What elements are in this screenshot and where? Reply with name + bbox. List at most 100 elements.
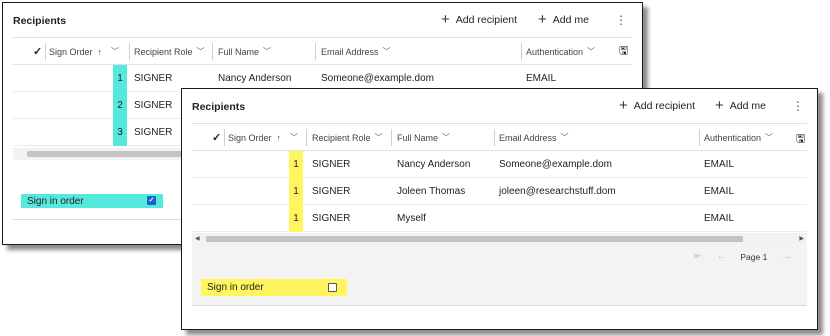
table-row[interactable]: 1 SIGNER Joleen Thomas joleen@researchst… bbox=[192, 178, 807, 205]
recipient-role-value[interactable]: SIGNER bbox=[134, 119, 172, 146]
save-icon: 🖫 bbox=[796, 133, 806, 145]
recipient-role-value[interactable]: SIGNER bbox=[312, 151, 350, 178]
sign-order-value[interactable]: 1 bbox=[113, 65, 127, 92]
column-header-sign-order[interactable]: Sign Order ↑ ﹀ bbox=[228, 124, 298, 151]
chevron-down-icon: ﹀ bbox=[263, 47, 272, 56]
sign-in-order-toggle[interactable]: Sign in order bbox=[201, 279, 347, 296]
column-separator bbox=[45, 43, 46, 60]
authentication-value[interactable]: EMAIL bbox=[704, 205, 734, 232]
email-value[interactable]: joleen@researchstuff.dom bbox=[499, 178, 616, 205]
select-all-checkbox[interactable]: ✓ bbox=[33, 38, 42, 65]
sign-order-value[interactable]: 1 bbox=[289, 178, 303, 205]
column-header-email[interactable]: Email Address ﹀ bbox=[499, 124, 569, 151]
column-header-row: ✓ Sign Order ↑ ﹀ Recipient Role ﹀ Full N… bbox=[192, 123, 807, 151]
full-name-value[interactable]: Joleen Thomas bbox=[397, 178, 465, 205]
chevron-down-icon: ﹀ bbox=[442, 133, 451, 142]
column-header-authentication[interactable]: Authentication ﹀ bbox=[526, 38, 595, 65]
authentication-value[interactable]: EMAIL bbox=[704, 151, 734, 178]
select-all-checkbox[interactable]: ✓ bbox=[212, 124, 221, 151]
column-separator bbox=[306, 129, 307, 146]
chevron-down-icon: ﹀ bbox=[196, 47, 205, 56]
add-recipient-label: Add recipient bbox=[455, 13, 518, 26]
prev-page-icon[interactable]: ← bbox=[716, 251, 726, 262]
column-header-authentication[interactable]: Authentication ﹀ bbox=[704, 124, 773, 151]
check-icon: ✓ bbox=[212, 132, 222, 144]
table-row[interactable]: 1 SIGNER Nancy Anderson Someone@example.… bbox=[192, 151, 807, 178]
column-label: Sign Order bbox=[49, 46, 93, 57]
chevron-down-icon: ﹀ bbox=[382, 47, 391, 56]
chevron-down-icon: ﹀ bbox=[111, 47, 120, 56]
sign-order-value[interactable]: 1 bbox=[289, 205, 303, 232]
column-header-full-name[interactable]: Full Name ﹀ bbox=[397, 124, 450, 151]
column-label: Email Address bbox=[499, 132, 557, 143]
chevron-down-icon: ﹀ bbox=[290, 133, 299, 142]
chevron-down-icon: ﹀ bbox=[765, 133, 774, 142]
sign-order-value[interactable]: 3 bbox=[113, 119, 127, 146]
more-options-icon[interactable]: ⋮ bbox=[615, 14, 627, 26]
scroll-left-icon[interactable]: ◀ bbox=[195, 233, 200, 245]
add-me-button[interactable]: + Add me bbox=[715, 98, 766, 113]
full-name-value[interactable]: Myself bbox=[397, 205, 426, 232]
save-view-button[interactable]: 🖫 bbox=[796, 126, 805, 153]
recipient-role-value[interactable]: SIGNER bbox=[134, 92, 172, 119]
page-indicator: Page 1 bbox=[740, 251, 768, 262]
more-options-icon[interactable]: ⋮ bbox=[792, 100, 804, 112]
column-separator bbox=[494, 129, 495, 146]
column-label: Full Name bbox=[397, 132, 439, 143]
column-label: Recipient Role bbox=[312, 132, 371, 143]
add-me-button[interactable]: + Add me bbox=[538, 12, 589, 27]
scroll-right-icon[interactable]: ▶ bbox=[799, 233, 804, 245]
recipients-panel-front: Recipients + Add recipient + Add me ⋮ ✓ … bbox=[181, 88, 818, 330]
column-label: Sign Order bbox=[228, 132, 272, 143]
column-separator bbox=[224, 129, 225, 146]
save-icon: 🖫 bbox=[619, 45, 629, 57]
first-page-icon[interactable]: ⇤ bbox=[694, 251, 702, 262]
plus-icon: + bbox=[441, 11, 450, 28]
column-label: Authentication bbox=[704, 132, 762, 143]
full-name-value[interactable]: Nancy Anderson bbox=[397, 151, 470, 178]
horizontal-scrollbar[interactable]: ◀ ▶ bbox=[192, 233, 807, 245]
column-separator bbox=[521, 43, 522, 60]
email-value[interactable]: Someone@example.dom bbox=[499, 151, 612, 178]
column-header-sign-order[interactable]: Sign Order ↑ ﹀ bbox=[49, 38, 119, 65]
column-header-full-name[interactable]: Full Name ﹀ bbox=[218, 38, 271, 65]
divider bbox=[192, 305, 807, 306]
column-label: Recipient Role bbox=[134, 46, 193, 57]
column-label: Authentication bbox=[526, 46, 584, 57]
column-label: Full Name bbox=[218, 46, 260, 57]
sort-up-icon: ↑ bbox=[97, 46, 103, 57]
add-recipient-button[interactable]: + Add recipient bbox=[619, 98, 695, 113]
plus-icon: + bbox=[619, 97, 628, 114]
check-icon: ✓ bbox=[33, 46, 43, 58]
sign-in-order-checkbox[interactable] bbox=[328, 283, 337, 292]
recipient-role-value[interactable]: SIGNER bbox=[134, 65, 172, 92]
check-icon: ✓ bbox=[148, 197, 155, 204]
sign-in-order-label: Sign in order bbox=[27, 195, 84, 207]
scrollbar-thumb[interactable] bbox=[27, 151, 187, 157]
add-recipient-button[interactable]: + Add recipient bbox=[441, 12, 517, 27]
pagination-bar: ⇤ ← Page 1 → bbox=[192, 245, 807, 272]
column-separator bbox=[391, 129, 392, 146]
panel-title: Recipients bbox=[13, 15, 67, 27]
authentication-value[interactable]: EMAIL bbox=[704, 178, 734, 205]
table-row[interactable]: 1 SIGNER Myself EMAIL bbox=[192, 205, 807, 232]
save-view-button[interactable]: 🖫 bbox=[619, 38, 628, 65]
options-area: Sign in order bbox=[192, 272, 807, 305]
column-header-recipient-role[interactable]: Recipient Role ﹀ bbox=[312, 124, 383, 151]
add-recipient-label: Add recipient bbox=[633, 99, 696, 112]
add-me-label: Add me bbox=[552, 13, 589, 26]
column-header-email[interactable]: Email Address ﹀ bbox=[321, 38, 391, 65]
sign-in-order-toggle[interactable]: Sign in order ✓ bbox=[21, 194, 163, 208]
column-header-row: ✓ Sign Order ↑ ﹀ Recipient Role ﹀ Full N… bbox=[13, 37, 632, 65]
chevron-down-icon: ﹀ bbox=[587, 47, 596, 56]
sign-order-value[interactable]: 1 bbox=[289, 151, 303, 178]
next-page-icon[interactable]: → bbox=[781, 251, 791, 262]
column-label: Email Address bbox=[321, 46, 379, 57]
sign-order-value[interactable]: 2 bbox=[113, 92, 127, 119]
scrollbar-thumb[interactable] bbox=[206, 236, 743, 242]
recipient-role-value[interactable]: SIGNER bbox=[312, 178, 350, 205]
sign-in-order-checkbox[interactable]: ✓ bbox=[147, 196, 156, 205]
recipient-role-value[interactable]: SIGNER bbox=[312, 205, 350, 232]
sign-in-order-label: Sign in order bbox=[207, 282, 264, 293]
column-header-recipient-role[interactable]: Recipient Role ﹀ bbox=[134, 38, 205, 65]
